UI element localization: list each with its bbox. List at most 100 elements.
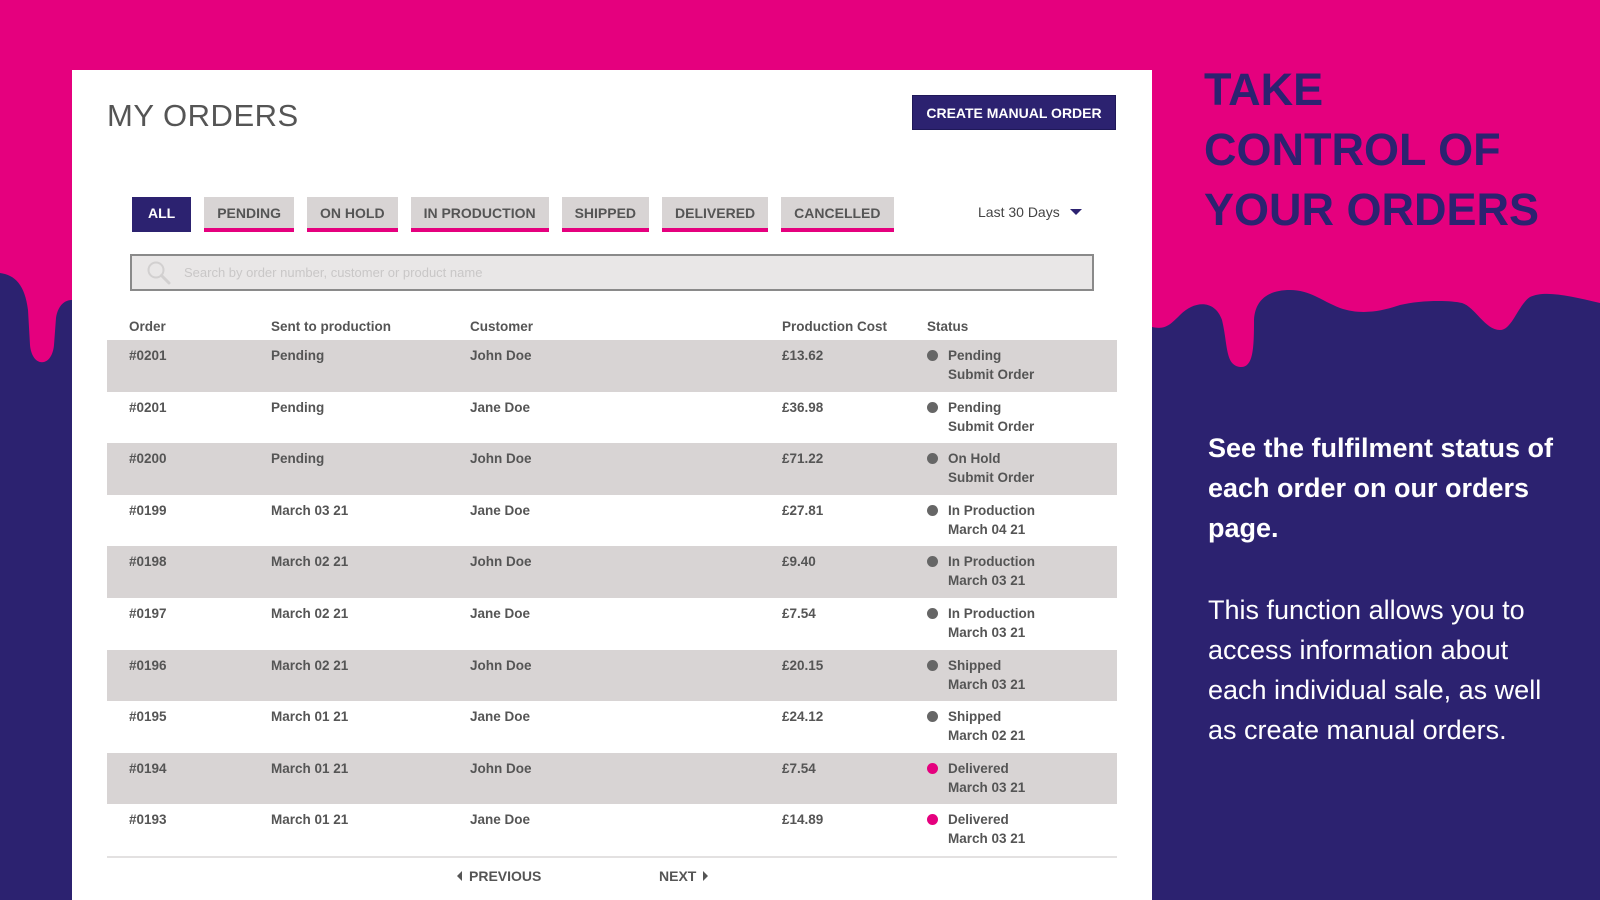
production-cost: £9.40 xyxy=(782,554,816,570)
chevron-right-icon xyxy=(703,870,709,881)
status-cell: Shipped March 03 21 xyxy=(927,658,1117,692)
sent-to-production: March 01 21 xyxy=(271,812,349,828)
table-row[interactable]: #0197 March 02 21 Jane Doe £7.54 In Producti… xyxy=(107,598,1117,650)
search-input[interactable] xyxy=(182,264,1066,281)
table-row[interactable]: #0193 March 01 21 Jane Doe £14.89 Delivered M… xyxy=(107,804,1117,856)
tab-shipped[interactable]: SHIPPED xyxy=(561,197,650,232)
sent-to-production: Pending xyxy=(271,451,325,467)
status-label: Delivered xyxy=(948,812,1009,828)
create-manual-order-button[interactable]: CREATE MANUAL ORDER xyxy=(912,95,1116,130)
production-cost: £27.81 xyxy=(782,502,824,518)
order-number[interactable]: #0198 xyxy=(107,554,271,569)
order-number[interactable]: #0196 xyxy=(107,658,271,673)
order-number[interactable]: #0193 xyxy=(107,812,271,827)
production-cost: £36.98 xyxy=(782,399,824,415)
table-body: #0201 Pending John Doe £13.62 Pending Submit … xyxy=(107,340,1117,856)
table-row[interactable]: #0199 March 03 21 Jane Doe £27.81 In Product… xyxy=(107,495,1117,547)
tab-on-hold[interactable]: ON HOLD xyxy=(307,197,398,232)
table-row[interactable]: #0201 Pending John Doe £13.62 Pending Submit … xyxy=(107,340,1117,392)
status-dot-icon xyxy=(927,504,938,516)
production-cost: £20.15 xyxy=(782,657,824,673)
next-page-button[interactable]: NEXT xyxy=(659,868,709,884)
order-number[interactable]: #0197 xyxy=(107,606,271,621)
status-label: Shipped xyxy=(948,657,1002,673)
promo-heading: TAKE CONTROL OF YOUR ORDERS xyxy=(1204,60,1584,240)
status-detail: March 03 21 xyxy=(948,779,1026,795)
sent-to-production: March 02 21 xyxy=(271,657,349,673)
customer-name: Jane Doe xyxy=(470,709,531,725)
tab-pending[interactable]: PENDING xyxy=(204,197,295,232)
column-header-status[interactable]: Status xyxy=(927,319,1117,334)
table-row[interactable]: #0196 March 02 21 John Doe £20.15 Shipped Mar… xyxy=(107,649,1117,702)
status-dot-icon xyxy=(927,401,938,413)
status-cell: In Production March 04 21 xyxy=(927,503,1117,537)
status-detail: March 03 21 xyxy=(948,831,1026,847)
tab-all[interactable]: ALL xyxy=(132,197,192,232)
sent-to-production: Pending xyxy=(271,399,325,415)
customer-name: John Doe xyxy=(470,554,532,570)
status-detail: March 03 21 xyxy=(948,624,1026,640)
order-number[interactable]: #0200 xyxy=(107,451,271,466)
customer-name: John Doe xyxy=(470,657,532,673)
status-detail: March 02 21 xyxy=(948,728,1026,744)
pagination: PREVIOUS NEXT xyxy=(107,855,1117,898)
customer-name: John Doe xyxy=(470,348,532,363)
search-bar xyxy=(130,254,1094,291)
status-dot-icon xyxy=(927,350,938,361)
column-header-sent[interactable]: Sent to production xyxy=(271,319,470,334)
table-row[interactable]: #0200 Pending John Doe £71.22 On Hold Submit … xyxy=(107,443,1117,495)
production-cost: £24.12 xyxy=(782,709,824,725)
orders-table: Order Sent to production Customer Produc… xyxy=(107,310,1117,898)
production-cost: £7.54 xyxy=(782,605,816,621)
tab-delivered[interactable]: DELIVERED xyxy=(662,197,769,232)
status-cell: Delivered March 03 21 xyxy=(927,812,1117,846)
table-row[interactable]: #0201 Pending Jane Doe £36.98 Pending Submit … xyxy=(107,392,1117,444)
tab-in-production[interactable]: IN PRODUCTION xyxy=(410,197,549,232)
status-label: Shipped xyxy=(948,709,1002,725)
tab-cancelled[interactable]: CANCELLED xyxy=(781,197,894,232)
status-cell: Pending Submit Order xyxy=(927,348,1117,382)
table-row[interactable]: #0195 March 01 21 Jane Doe £24.12 Shipped Mar… xyxy=(107,701,1117,753)
status-label: In Production xyxy=(948,605,1035,621)
status-label: On Hold xyxy=(948,451,1001,467)
customer-name: Jane Doe xyxy=(470,605,531,621)
production-cost: £7.54 xyxy=(782,760,816,776)
column-header-order[interactable]: Order xyxy=(107,319,271,334)
status-cell: Pending Submit Order xyxy=(927,400,1117,434)
table-row[interactable]: #0198 March 02 21 John Doe £9.40 In Producti… xyxy=(107,546,1117,598)
date-range-dropdown[interactable]: Last 30 Days xyxy=(978,204,1082,220)
search-icon xyxy=(147,261,171,284)
order-number[interactable]: #0199 xyxy=(107,503,271,518)
page-title: MY ORDERS xyxy=(107,98,299,133)
order-number[interactable]: #0195 xyxy=(107,709,271,724)
status-label: Delivered xyxy=(948,760,1009,776)
previous-page-button[interactable]: PREVIOUS xyxy=(457,868,541,884)
date-range-value: Last 30 Days xyxy=(978,204,1060,220)
table-header: Order Sent to production Customer Produc… xyxy=(107,310,1117,340)
promo-body-text: This function allows you to access infor… xyxy=(1208,595,1542,745)
status-detail[interactable]: Submit Order xyxy=(948,367,1034,382)
status-cell: Delivered March 03 21 xyxy=(927,761,1117,795)
column-header-cost[interactable]: Production Cost xyxy=(782,319,927,334)
status-dot-icon xyxy=(927,711,938,723)
status-label: In Production xyxy=(948,554,1035,570)
table-row[interactable]: #0194 March 01 21 John Doe £7.54 Delivered Ma… xyxy=(107,752,1117,805)
status-detail[interactable]: Submit Order xyxy=(948,419,1034,434)
status-dot-icon xyxy=(927,814,938,826)
status-dot-icon xyxy=(927,453,938,465)
status-label: Pending xyxy=(948,348,1002,363)
status-detail[interactable]: Submit Order xyxy=(948,470,1034,485)
promo-highlight-text: See the fulfilment status of each order … xyxy=(1208,433,1554,543)
status-detail: March 03 21 xyxy=(948,676,1026,692)
production-cost: £13.62 xyxy=(782,348,824,363)
order-number[interactable]: #0194 xyxy=(107,761,271,776)
status-filter-tabs: ALL PENDING ON HOLD IN PRODUCTION SHIPPE… xyxy=(132,197,894,232)
order-number[interactable]: #0201 xyxy=(107,348,271,363)
column-header-customer[interactable]: Customer xyxy=(470,319,782,334)
order-number[interactable]: #0201 xyxy=(107,400,271,415)
status-detail: March 04 21 xyxy=(948,521,1026,537)
promo-heading-line: YOUR ORDERS xyxy=(1204,184,1540,235)
left-navy-drip xyxy=(0,273,72,900)
status-cell: Shipped March 02 21 xyxy=(927,709,1117,743)
status-detail: March 03 21 xyxy=(948,573,1026,589)
